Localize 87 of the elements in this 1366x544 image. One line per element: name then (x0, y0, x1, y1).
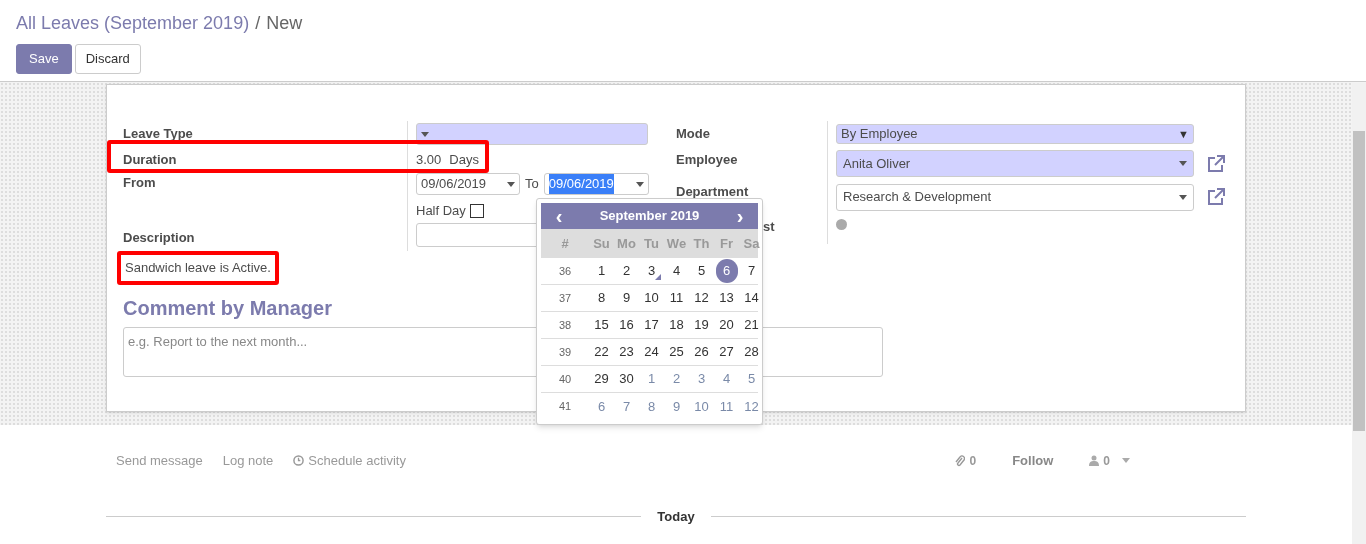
today-marker-icon (654, 274, 661, 280)
field-label: Half Day (416, 202, 466, 221)
calendar-day[interactable]: 24 (640, 340, 663, 364)
calendar-day[interactable]: 8 (590, 286, 613, 310)
calendar-day[interactable]: 3 (640, 259, 663, 283)
calendar-day[interactable]: 9 (665, 394, 688, 419)
calendar-day[interactable]: 6 (590, 394, 613, 419)
weekday-header: Fr (719, 234, 734, 253)
mode-select[interactable]: By Employee ▼ (836, 124, 1194, 144)
calendar-day[interactable]: 5 (690, 259, 713, 283)
caret-icon (1122, 458, 1130, 464)
field-value: 09/06/2019 (421, 175, 487, 194)
external-link-icon[interactable] (1206, 188, 1226, 206)
next-month-button[interactable]: › (730, 206, 750, 226)
calendar-day[interactable]: 25 (665, 340, 688, 364)
calendar-day[interactable]: 23 (615, 340, 638, 364)
discard-button[interactable]: Discard (74, 44, 141, 74)
week-number: 39 (557, 344, 573, 360)
breadcrumb-separator: / (255, 12, 261, 35)
weekday-header: Tu (643, 234, 660, 253)
calendar-day[interactable]: 11 (665, 286, 688, 310)
calendar-day[interactable]: 10 (640, 286, 663, 310)
breadcrumb-current: New (266, 12, 303, 35)
field-label: Description (123, 228, 195, 247)
date-field[interactable]: 09/06/2019 (543, 173, 649, 195)
calendar-day[interactable]: 27 (715, 340, 738, 364)
field-value: Research & Development (843, 188, 992, 207)
employee-select[interactable]: Anita Oliver (836, 150, 1194, 177)
scrollbar[interactable] (1352, 83, 1366, 544)
checkbox[interactable] (469, 204, 484, 218)
department-select[interactable]: Research & Development (836, 183, 1194, 211)
weekday-header: Mo (616, 234, 637, 253)
caret-icon (421, 131, 429, 137)
field-label: Leave Type (123, 125, 193, 144)
duration-value: 3.00 (416, 151, 442, 170)
field-label: Employee (676, 151, 738, 170)
calendar-day[interactable]: 26 (690, 340, 713, 364)
duration-unit: Days (449, 151, 479, 170)
calendar-day[interactable]: 4 (665, 259, 688, 283)
calendar-day[interactable]: 1 (590, 259, 613, 283)
previous-month-button[interactable]: ‹ (549, 206, 569, 226)
month-title: September 2019 (599, 207, 700, 226)
caret-icon (507, 181, 515, 187)
field-value: 09/06/2019 (548, 174, 614, 194)
calendar-day[interactable]: 13 (715, 286, 738, 310)
weekday-header: # (560, 234, 570, 253)
external-link-icon[interactable] (1206, 154, 1226, 173)
week-number: 37 (557, 290, 573, 306)
date-divider-label: Today (656, 507, 696, 526)
person-icon (1089, 455, 1100, 467)
week-number: 36 (557, 263, 573, 279)
dropdown-arrow-icon: ▼ (1178, 125, 1189, 143)
follow-button[interactable]: Follow (1012, 451, 1054, 471)
field-label: Duration (123, 151, 177, 170)
calendar-day[interactable]: 22 (590, 340, 613, 364)
field-label: st (763, 218, 775, 237)
calendar-day[interactable]: 28 (740, 340, 763, 364)
caret-icon (1179, 161, 1187, 166)
calendar-day[interactable]: 2 (615, 259, 638, 283)
caret-icon (1179, 194, 1187, 200)
calendar-day[interactable]: 14 (740, 286, 763, 310)
weekday-header: Th (692, 234, 711, 253)
clock-icon (293, 455, 305, 467)
calendar-day[interactable]: 6 (715, 259, 738, 283)
field-label: Mode (676, 125, 710, 144)
date-field[interactable]: 09/06/2019 (416, 173, 520, 195)
field-value: Anita Oliver (843, 154, 911, 173)
description-text: Sandwich leave is Active. (117, 251, 279, 285)
field-label: Department (676, 183, 749, 201)
calendar-day[interactable]: 8 (640, 394, 663, 419)
field-label: To (525, 175, 539, 194)
section-title: Comment by Manager (123, 296, 332, 319)
field-label: From (123, 174, 156, 192)
breadcrumb-link[interactable]: All Leaves (September 2019) (16, 10, 250, 37)
calendar-day[interactable]: 10 (690, 394, 713, 419)
save-button[interactable]: Save (16, 44, 72, 74)
calendar-day[interactable]: 9 (615, 286, 638, 310)
calendar-day[interactable]: 12 (690, 286, 713, 310)
weekday-header: Sa (742, 234, 761, 253)
caret-icon (635, 181, 644, 187)
weekday-header: We (665, 234, 688, 253)
paperclip-icon (955, 454, 966, 467)
week-number: 41 (557, 399, 573, 415)
weekday-header: Su (592, 234, 611, 253)
field-value: By Employee (841, 125, 918, 144)
calendar-day[interactable]: 7 (740, 259, 763, 283)
leave-type-select[interactable] (416, 123, 648, 145)
